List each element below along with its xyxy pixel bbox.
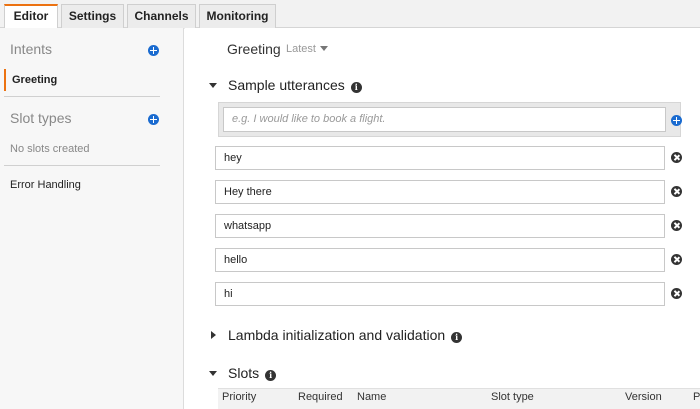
divider: [4, 96, 160, 97]
column-header-name[interactable]: Name: [357, 391, 386, 403]
version-select[interactable]: Latest: [286, 43, 328, 55]
caret-down-icon: [319, 46, 328, 51]
utterance-input[interactable]: hi: [215, 282, 665, 306]
intent-editor: Greeting Latest Sample utterances i e.g. …: [185, 28, 700, 409]
info-icon[interactable]: i: [451, 332, 463, 343]
no-slots-text: No slots created: [10, 143, 90, 155]
sidebar-item-error-handling[interactable]: Error Handling: [10, 179, 81, 191]
info-icon[interactable]: i: [265, 370, 277, 381]
collapse-triangle-icon: [209, 371, 217, 376]
expand-triangle-icon: [211, 331, 216, 339]
utterance-input[interactable]: hello: [215, 248, 665, 272]
slots-title: Slots: [228, 365, 260, 381]
remove-utterance-icon[interactable]: [671, 288, 682, 299]
remove-utterance-icon[interactable]: [671, 220, 682, 231]
intent-title: Greeting: [227, 41, 281, 57]
column-header-priority[interactable]: Priority: [222, 391, 256, 403]
column-header-required[interactable]: Required: [298, 391, 343, 403]
new-utterance-box: e.g. I would like to book a flight.: [218, 102, 682, 137]
tab-settings[interactable]: Settings: [61, 4, 124, 29]
tab-channels[interactable]: Channels: [127, 4, 196, 29]
sidebar: Intents Greeting Slot types No slots cre…: [0, 28, 184, 409]
sample-utterances-title: Sample utterances: [228, 77, 345, 93]
utterance-input[interactable]: whatsapp: [215, 214, 665, 238]
divider: [4, 165, 160, 166]
remove-utterance-icon[interactable]: [671, 152, 682, 163]
info-icon[interactable]: i: [350, 82, 362, 93]
add-slot-type-plus-icon[interactable]: [148, 114, 159, 125]
lambda-section-header[interactable]: Lambda initialization and validation i: [209, 327, 463, 343]
lambda-section-title: Lambda initialization and validation: [228, 327, 446, 343]
slots-table-header: Priority Required Name Slot type Version…: [218, 388, 700, 409]
version-value: Latest: [286, 43, 316, 55]
collapse-triangle-icon: [209, 83, 217, 88]
utterance-input[interactable]: Hey there: [215, 180, 665, 204]
column-header-slot-type[interactable]: Slot type: [491, 391, 534, 403]
remove-utterance-icon[interactable]: [671, 254, 682, 265]
tab-editor[interactable]: Editor: [4, 4, 58, 29]
add-intent-plus-icon[interactable]: [148, 45, 159, 56]
slot-types-heading: Slot types: [10, 110, 72, 126]
tab-bar: Editor Settings Channels Monitoring: [0, 0, 700, 29]
column-header-version[interactable]: Version: [625, 391, 662, 403]
column-header-prompt[interactable]: P: [693, 391, 700, 403]
new-utterance-input[interactable]: e.g. I would like to book a flight.: [223, 107, 666, 132]
add-utterance-plus-icon[interactable]: [671, 115, 682, 126]
sidebar-item-greeting[interactable]: Greeting: [4, 69, 160, 91]
intents-heading: Intents: [10, 41, 53, 57]
remove-utterance-icon[interactable]: [671, 186, 682, 197]
sample-utterances-header[interactable]: Sample utterances i: [209, 77, 362, 93]
slots-section-header[interactable]: Slots i: [209, 365, 277, 381]
utterance-input[interactable]: hey: [215, 146, 665, 170]
tab-monitoring[interactable]: Monitoring: [199, 4, 276, 29]
